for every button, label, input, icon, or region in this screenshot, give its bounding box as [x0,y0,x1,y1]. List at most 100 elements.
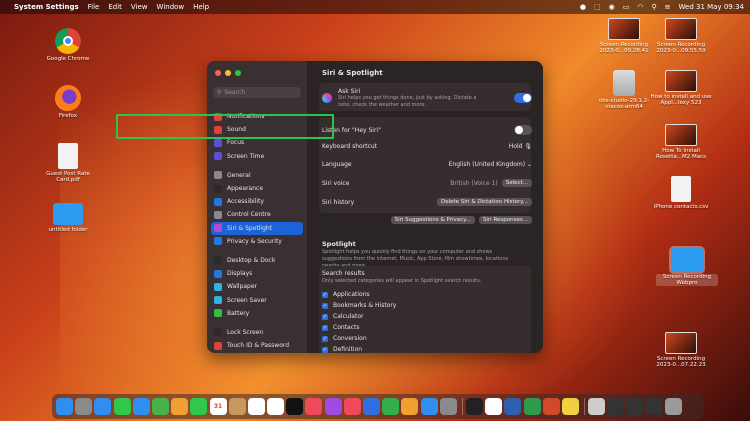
search-input[interactable] [224,89,295,96]
window-icon[interactable] [626,398,644,415]
siri-responses-button[interactable]: Siri Responses... [478,216,532,224]
menu-help[interactable]: Help [193,3,209,11]
launchpad-icon[interactable] [75,398,93,415]
sidebar-item-wallpaper[interactable]: Wallpaper [211,280,303,293]
sidebar-item-screen-time[interactable]: Screen Time [211,150,303,163]
chrome-icon[interactable] [485,398,503,415]
numbers-icon[interactable] [382,398,400,415]
screen-mirror-icon[interactable]: ⬚ [594,3,601,11]
checkbox-checked-icon[interactable]: ✓ [322,324,328,331]
sidebar-item-control-centre[interactable]: Control Centre [211,208,303,221]
hey-siri-toggle[interactable] [514,125,532,135]
desktop-item-screen-recording-webpro[interactable]: Screen Recording Webpro [656,246,718,286]
menu-app-name[interactable]: System Settings [14,3,79,11]
desktop-item-screen-recording-2[interactable]: Screen Recording 2023-0...09.55.59 [650,18,712,54]
keynote-icon[interactable] [363,398,380,415]
sidebar-item-screen-saver[interactable]: Screen Saver [211,293,303,306]
control-centre-icon[interactable]: ≡ [665,3,671,11]
search-result-category[interactable]: ✓ Calculator [322,313,363,320]
checkbox-checked-icon[interactable]: ✓ [322,335,328,342]
sidebar-item-privacy-security[interactable]: Privacy & Security [211,235,303,248]
zoom-window-button[interactable] [235,70,241,76]
word-icon[interactable] [504,398,522,415]
sidebar-item-siri-spotlight[interactable]: Siri & Spotlight [211,221,303,235]
trash-icon[interactable] [664,398,682,415]
messages-icon[interactable] [113,398,131,415]
facetime-icon[interactable] [190,398,208,415]
photos-icon[interactable] [171,398,189,415]
menu-edit[interactable]: Edit [108,3,122,11]
spotlight-search-icon[interactable]: ⚲ [651,3,656,11]
tv-icon[interactable] [286,398,304,415]
search-result-category[interactable]: ✓ Contacts [322,324,359,331]
desktop-item-guest-post-pdf[interactable]: Guest Post Rate Card.pdf [37,143,99,183]
desktop-item-how-to-install-perplexity[interactable]: How to install and use Appl...lexy 523 [650,70,712,106]
terminal-icon[interactable] [465,398,483,415]
desktop-item-firefox[interactable]: Firefox [37,85,99,119]
user-icon[interactable]: ◉ [609,3,615,11]
excel-icon[interactable] [523,398,541,415]
close-window-button[interactable] [215,70,221,76]
contacts-icon[interactable] [228,398,246,415]
sidebar-item-lock-screen[interactable]: Lock Screen [211,326,303,339]
menubar-clock[interactable]: Wed 31 May 09:34 [679,3,745,11]
checkbox-checked-icon[interactable]: ✓ [322,291,328,298]
sidebar-item-accessibility[interactable]: Accessibility [211,195,303,208]
siri-voice-select-button[interactable]: Select... [501,179,532,187]
sidebar-item-displays[interactable]: Displays [211,267,303,280]
ask-siri-toggle[interactable] [514,93,532,104]
window-icon[interactable] [645,398,663,415]
desktop-item-iphone-contacts[interactable]: iPhone contacts.csv [650,176,712,210]
notes-icon[interactable] [561,398,579,415]
safari-icon[interactable] [94,398,112,415]
search-result-category-label: Calculator [333,313,364,320]
checkbox-checked-icon[interactable]: ✓ [322,302,328,309]
desktop-item-how-to-install-rosetta[interactable]: How To Install Rosetta...M2 Macs [650,124,712,160]
menu-view[interactable]: View [131,3,148,11]
sidebar-item-general[interactable]: General [211,169,303,182]
menu-window[interactable]: Window [157,3,185,11]
minimize-window-button[interactable] [225,70,231,76]
sidebar-item-desktop-dock[interactable]: Desktop & Dock [211,254,303,267]
system-settings-icon[interactable] [439,398,457,415]
delete-siri-history-button[interactable]: Delete Siri & Dictation History... [436,198,532,206]
checkbox-checked-icon[interactable]: ✓ [322,346,328,353]
keyboard-shortcut-select[interactable]: Hold 🎙 [509,143,532,150]
freeform-icon[interactable] [267,398,285,415]
wifi-icon[interactable]: ◠ [637,3,643,11]
desktop-item-screen-recording-1[interactable]: Screen Recording 2023-0...09.28.41 [593,18,655,54]
pages-icon[interactable] [401,398,419,415]
news-icon[interactable] [343,398,361,415]
dock: 31 [52,394,704,419]
search-result-category[interactable]: ✓ Conversion [322,335,367,342]
sidebar-item-appearance[interactable]: Appearance [211,182,303,195]
search-result-category[interactable]: ✓ Applications [322,291,370,298]
window-icon[interactable] [607,398,625,415]
powerpoint-icon[interactable] [542,398,560,415]
maps-icon[interactable] [151,398,169,415]
record-icon[interactable]: ● [580,3,586,11]
checkbox-checked-icon[interactable]: ✓ [322,313,328,320]
desktop-item-google-chrome[interactable]: Google Chrome [37,28,99,62]
sidebar-item-touch-id-password[interactable]: Touch ID & Password [211,339,303,352]
mail-icon[interactable] [132,398,150,415]
desktop-item-obs-studio[interactable]: obs-studio-29.1.2-macos-arm64 [593,70,655,110]
podcasts-icon[interactable] [324,398,342,415]
recording-icon[interactable] [588,398,606,415]
sidebar-item-battery[interactable]: Battery [211,307,303,320]
app-store-icon[interactable] [420,398,438,415]
finder-icon[interactable] [56,398,73,415]
system-settings-window: ⚲ NotificationsSoundFocusScreen TimeGene… [207,61,543,353]
reminders-icon[interactable] [247,398,265,415]
desktop-item-untitled-folder[interactable]: untitled folder [37,203,99,233]
siri-suggestions-privacy-button[interactable]: Siri Suggestions & Privacy... [390,216,475,224]
sidebar-search[interactable]: ⚲ [213,87,301,98]
language-select[interactable]: English (United Kingdom) ⌄ [449,161,532,168]
battery-icon[interactable]: ▭ [623,3,630,11]
calendar-icon[interactable]: 31 [209,398,227,415]
menu-file[interactable]: File [88,3,100,11]
search-result-category[interactable]: ✓ Bookmarks & History [322,302,396,309]
music-icon[interactable] [305,398,323,415]
desktop-item-screen-recording-3[interactable]: Screen Recording 2023-0...07.22.23 [650,332,712,368]
search-result-category[interactable]: ✓ Definition [322,346,362,353]
